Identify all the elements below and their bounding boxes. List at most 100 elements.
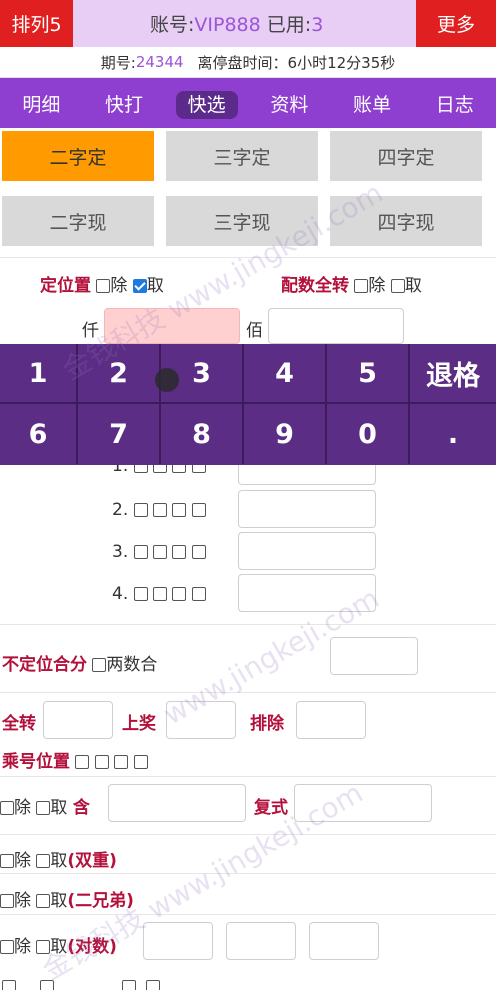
brothers-row: 除 取(二兄弟) xyxy=(0,886,134,911)
tab-details[interactable]: 明细 xyxy=(0,90,83,117)
contains-row: 除 取 含 xyxy=(0,793,90,818)
key-2[interactable]: 2 xyxy=(78,344,161,404)
row1-cb-c[interactable] xyxy=(172,465,187,473)
compound-input[interactable] xyxy=(294,784,432,822)
key-9[interactable]: 9 xyxy=(244,404,327,464)
mode-four-fixed[interactable]: 四字定 xyxy=(330,131,482,181)
numeric-keypad: 1 2 3 4 5 退格 6 7 8 9 0 . xyxy=(0,344,496,465)
exclude-input[interactable] xyxy=(296,701,366,739)
period-number: 24344 xyxy=(135,53,184,71)
row4-input[interactable] xyxy=(238,574,376,612)
bai-input[interactable] xyxy=(268,308,404,344)
key-8[interactable]: 8 xyxy=(161,404,244,464)
key-dot[interactable]: . xyxy=(410,404,496,464)
key-4[interactable]: 4 xyxy=(244,344,327,404)
tab-quick-select[interactable]: 快选 xyxy=(165,90,248,119)
row3-cb-c[interactable] xyxy=(172,545,187,559)
contains-remove-checkbox[interactable] xyxy=(0,801,14,815)
mode-two-show[interactable]: 二字现 xyxy=(2,196,154,246)
top-bar: 排列5 账号:VIP888 已用:3 更多 xyxy=(0,0,496,47)
row3-cb-a[interactable] xyxy=(133,545,148,559)
double-row: 除 取(双重) xyxy=(0,846,117,871)
remove-checkbox[interactable] xyxy=(96,279,111,293)
row4-cb-d[interactable] xyxy=(191,587,206,601)
pairs-take-checkbox[interactable] xyxy=(36,940,51,954)
list-item: 3. xyxy=(112,542,206,562)
unfixed-row: 不定位合分 两数合 xyxy=(2,655,158,675)
pairs-input-1[interactable] xyxy=(143,922,213,960)
two-sum-checkbox[interactable] xyxy=(92,658,107,672)
mode-four-show[interactable]: 四字现 xyxy=(330,196,482,246)
row2-cb-d[interactable] xyxy=(191,503,206,517)
lottery-type-button[interactable]: 排列5 xyxy=(0,0,73,47)
row1-cb-d[interactable] xyxy=(191,465,206,473)
key-0[interactable]: 0 xyxy=(327,404,410,464)
up-prize-input[interactable] xyxy=(166,701,236,739)
contains-take-checkbox[interactable] xyxy=(36,801,51,815)
mult-cb-d[interactable] xyxy=(133,755,148,769)
divider xyxy=(0,873,496,874)
period-bar: 期号: 24344 离停盘时间：6小时12分35秒 xyxy=(0,47,496,78)
account-value: VIP888 xyxy=(194,14,261,36)
row2-input[interactable] xyxy=(238,490,376,528)
tab-info[interactable]: 资料 xyxy=(248,90,331,117)
more-button[interactable]: 更多 xyxy=(416,0,496,47)
mult-cb-b[interactable] xyxy=(94,755,109,769)
account-info: 账号:VIP888 已用:3 xyxy=(150,14,324,36)
up-prize-label: 上奖 xyxy=(122,714,156,734)
used-value: 3 xyxy=(311,14,324,36)
exclude-label: 排除 xyxy=(250,714,284,734)
mode-three-show[interactable]: 三字现 xyxy=(166,196,318,246)
row1-cb-b[interactable] xyxy=(153,465,168,473)
all-transform-label: 全转 xyxy=(2,714,36,734)
row2-cb-a[interactable] xyxy=(133,503,148,517)
key-5[interactable]: 5 xyxy=(327,344,410,404)
brothers-take-checkbox[interactable] xyxy=(36,894,51,908)
double-remove-checkbox[interactable] xyxy=(0,854,14,868)
compound-label: 复式 xyxy=(254,798,288,818)
divider xyxy=(0,914,496,915)
mult-cb-c[interactable] xyxy=(114,755,129,769)
row1-cb-a[interactable] xyxy=(133,465,148,473)
tab-log[interactable]: 日志 xyxy=(413,90,496,117)
bai-label: 佰 xyxy=(246,321,263,341)
row4-cb-c[interactable] xyxy=(172,587,187,601)
qian-input[interactable] xyxy=(104,308,240,344)
take-checkbox[interactable] xyxy=(132,279,147,293)
mode-three-fixed[interactable]: 三字定 xyxy=(166,131,318,181)
unfixed-input[interactable] xyxy=(330,637,418,675)
all-transform-input[interactable] xyxy=(43,701,113,739)
row2-cb-b[interactable] xyxy=(153,503,168,517)
contains-input[interactable] xyxy=(108,784,246,822)
row4-cb-a[interactable] xyxy=(133,587,148,601)
divider xyxy=(0,624,496,625)
pairs-remove-checkbox[interactable] xyxy=(0,940,14,954)
row1-input[interactable] xyxy=(238,465,376,485)
count-remove-checkbox[interactable] xyxy=(354,279,369,293)
pairs-input-2[interactable] xyxy=(226,922,296,960)
key-7[interactable]: 7 xyxy=(78,404,161,464)
count-take-checkbox[interactable] xyxy=(390,279,405,293)
row3-input[interactable] xyxy=(238,532,376,570)
divider xyxy=(0,776,496,777)
double-take-checkbox[interactable] xyxy=(36,854,51,868)
tab-bills[interactable]: 账单 xyxy=(331,90,414,117)
qian-label: 仟 xyxy=(82,321,99,341)
mult-cb-a[interactable] xyxy=(75,755,90,769)
key-backspace[interactable]: 退格 xyxy=(410,344,496,404)
row3-cb-b[interactable] xyxy=(153,545,168,559)
key-6[interactable]: 6 xyxy=(0,404,78,464)
pairs-row: 除 取(对数) xyxy=(0,932,117,957)
pairs-input-3[interactable] xyxy=(309,922,379,960)
list-item: 4. xyxy=(112,584,206,604)
touch-cursor xyxy=(155,368,179,392)
brothers-remove-checkbox[interactable] xyxy=(0,894,14,908)
key-1[interactable]: 1 xyxy=(0,344,78,404)
tab-quick-bet[interactable]: 快打 xyxy=(83,90,166,117)
row2-cb-c[interactable] xyxy=(172,503,187,517)
mode-two-fixed[interactable]: 二字定 xyxy=(2,131,154,181)
count-all-row: 配数全转 除 取 xyxy=(281,276,422,296)
row3-cb-d[interactable] xyxy=(191,545,206,559)
bottom-clipped-row xyxy=(0,978,496,990)
row4-cb-b[interactable] xyxy=(153,587,168,601)
